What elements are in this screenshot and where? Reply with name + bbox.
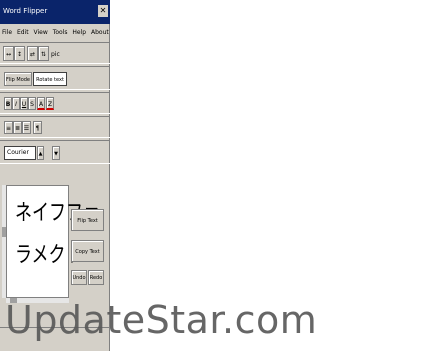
copy-text-button[interactable]: Copy Text bbox=[71, 240, 104, 262]
italic-button[interactable]: I bbox=[12, 97, 20, 110]
title-bar: Word Flipper ✕ bbox=[0, 0, 110, 24]
preview-canvas[interactable]: ネイフファ ラメクト： bbox=[6, 185, 100, 298]
align-left-button[interactable]: ≡ bbox=[4, 121, 13, 134]
picture-label: pic bbox=[51, 51, 60, 58]
flip-vertical-button[interactable]: ↕ bbox=[14, 46, 25, 61]
font-bar: Courier ▲ ▼ bbox=[0, 140, 110, 164]
flip-mode-button[interactable]: Flip Mode bbox=[4, 72, 32, 86]
font-select[interactable]: Courier bbox=[4, 146, 36, 160]
menu-edit[interactable]: Edit bbox=[17, 29, 29, 36]
rotate-mode-button[interactable]: Rotate text bbox=[33, 72, 67, 86]
align-right-button[interactable]: ☰ bbox=[22, 121, 31, 134]
font-size-down-button[interactable]: ▼ bbox=[52, 146, 60, 160]
mirror-button[interactable]: ⇄ bbox=[27, 46, 38, 61]
underline-button[interactable]: U bbox=[20, 97, 28, 110]
menu-file[interactable]: File bbox=[2, 29, 12, 36]
align-toolbar: ≡ ≣ ☰ ¶ bbox=[0, 116, 110, 138]
undo-button[interactable]: Undo bbox=[71, 270, 87, 285]
font-size-up-button[interactable]: ▲ bbox=[37, 146, 44, 160]
menu-view[interactable]: View bbox=[34, 29, 48, 36]
redo-button[interactable]: Redo bbox=[88, 270, 104, 285]
align-center-button[interactable]: ≣ bbox=[13, 121, 22, 134]
menu-about[interactable]: About bbox=[91, 29, 109, 36]
paragraph-button[interactable]: ¶ bbox=[33, 121, 42, 134]
text-color-button[interactable]: A bbox=[37, 97, 45, 110]
bold-button[interactable]: B bbox=[4, 97, 12, 110]
flip-horizontal-button[interactable]: ↔ bbox=[3, 46, 14, 61]
flip-toolbar: ↔ ↕ ⇄ ⇅ pic bbox=[0, 42, 110, 64]
upside-down-button[interactable]: ⇅ bbox=[38, 46, 49, 61]
highlight-color-button[interactable]: Z bbox=[46, 97, 54, 110]
format-toolbar: B I U S A Z bbox=[0, 92, 110, 114]
watermark-text: UpdateStar.com bbox=[5, 298, 318, 342]
menu-bar: File Edit View Tools Help About bbox=[0, 24, 110, 40]
menu-tools[interactable]: Tools bbox=[53, 29, 68, 36]
flip-text-button[interactable]: Flip Text bbox=[71, 209, 104, 231]
close-icon[interactable]: ✕ bbox=[98, 5, 108, 17]
strike-button[interactable]: S bbox=[28, 97, 36, 110]
mode-bar: Flip Mode Rotate text bbox=[0, 66, 110, 90]
window-title: Word Flipper bbox=[3, 7, 48, 15]
menu-help[interactable]: Help bbox=[72, 29, 86, 36]
